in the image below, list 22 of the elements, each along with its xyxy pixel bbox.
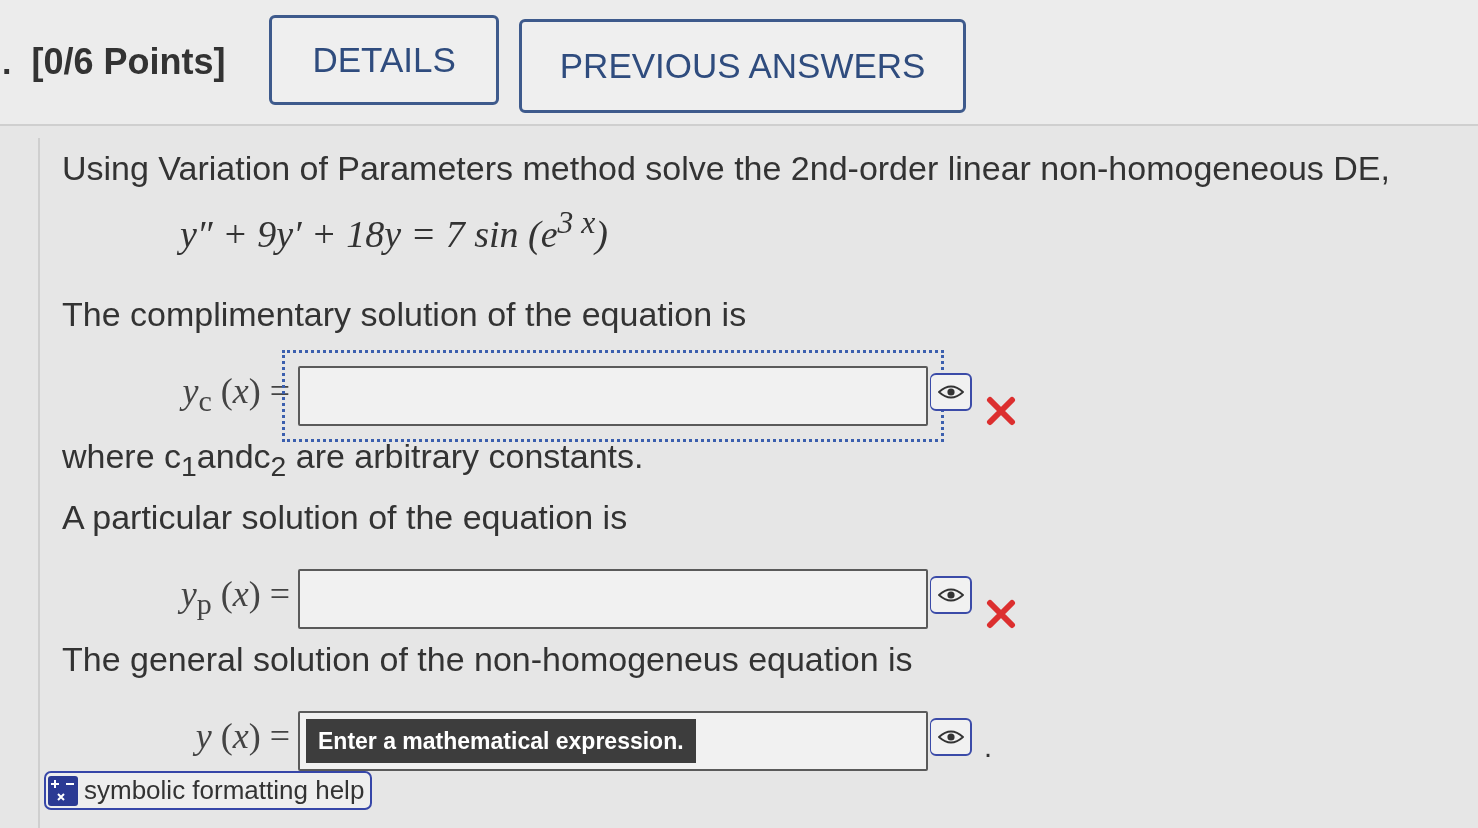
points-label: [0/6 Points]: [31, 41, 226, 83]
question-number: .: [2, 42, 12, 82]
question-text: Using Variation of Parameters method solve the 2nd-order linear non-homogeneous DE,: [62, 148, 1391, 188]
math-symbols-icon: [48, 775, 78, 806]
tooltip: Enter a mathematical expression.: [306, 719, 696, 764]
question-text: where c$_{1}$andc$_{2}$ are arbitrary constants.: [62, 435, 645, 484]
question-text: The complimentary solution of the equation is: [62, 293, 748, 334]
period-text: .: [984, 731, 993, 765]
question-text: A particular solution of the equation is: [62, 497, 629, 538]
eye-icon: [937, 383, 964, 400]
input-field[interactable]: [298, 569, 928, 630]
math-label: y (x) =: [192, 715, 291, 759]
preview-button[interactable]: [930, 576, 972, 615]
preview-button[interactable]: [930, 718, 972, 757]
preview-button[interactable]: [930, 372, 972, 411]
header-button[interactable]: PREVIOUS ANSWERS: [518, 19, 967, 113]
eye-icon: [937, 587, 964, 604]
help-link[interactable]: symbolic formatting help: [44, 771, 373, 811]
math-label: y$_{p}$ (x) =: [177, 573, 291, 623]
question-text: The general solution of the non-homogeneus equation is: [62, 639, 914, 680]
eye-icon: [937, 729, 964, 746]
header-button[interactable]: DETAILS: [269, 15, 499, 105]
